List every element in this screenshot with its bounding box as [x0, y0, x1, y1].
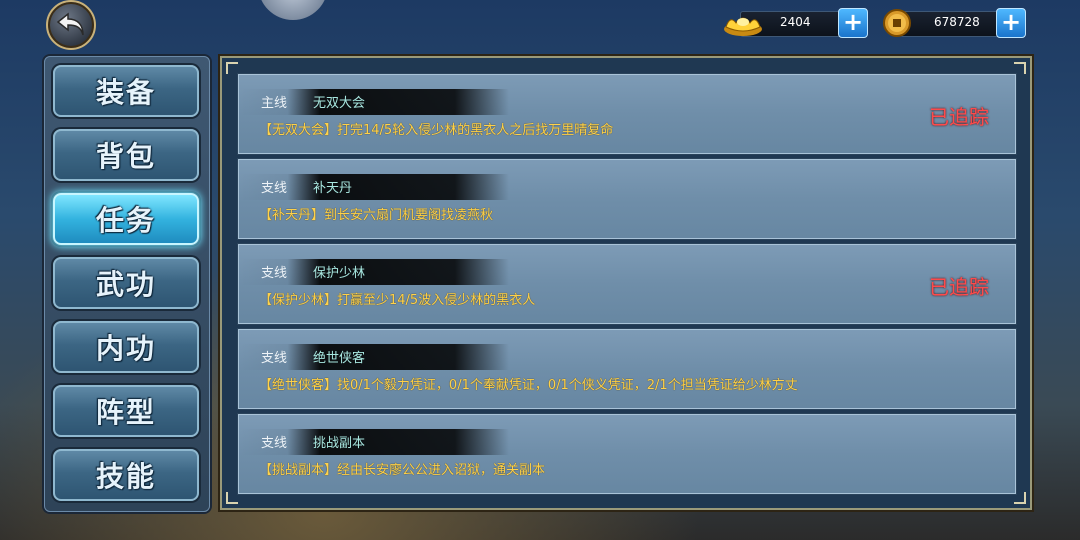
quest-tracked-status: 已追踪 — [929, 105, 989, 129]
tab-quests[interactable]: 任务 — [53, 193, 199, 245]
quest-description: 【保护少林】打赢至少14/5波入侵少林的黑衣人 — [259, 293, 536, 308]
quest-type: 支线 — [261, 436, 288, 451]
quest-panel: 主线 无双大会 【无双大会】打完14/5轮入侵少林的黑衣人之后找万里晴复命 已追… — [220, 56, 1032, 510]
quest-item[interactable]: 主线 无双大会 【无双大会】打完14/5轮入侵少林的黑衣人之后找万里晴复命 已追… — [238, 74, 1016, 154]
quest-item[interactable]: 支线 挑战副本 【挑战副本】经由长安廖公公进入诏狱，通关副本 — [238, 414, 1016, 494]
quest-item[interactable]: 支线 补天丹 【补天丹】到长安六扇门机要阁找凌燕秋 — [238, 159, 1016, 239]
gold-ingot-icon — [724, 17, 762, 36]
plus-icon: + — [842, 8, 864, 36]
quest-description: 【无双大会】打完14/5轮入侵少林的黑衣人之后找万里晴复命 — [259, 123, 614, 138]
quest-item[interactable]: 支线 绝世侠客 【绝世侠客】找0/1个毅力凭证，0/1个奉献凭证，0/1个侠义凭… — [238, 329, 1016, 409]
quest-type: 主线 — [261, 96, 288, 111]
quest-name: 绝世侠客 — [313, 351, 366, 366]
copper-coin-icon — [883, 9, 911, 37]
copper-coin-counter: 678728 + — [882, 8, 1026, 38]
quest-name: 挑战副本 — [313, 436, 366, 451]
tab-label: 背包 — [95, 140, 156, 173]
panel-corner — [226, 492, 238, 504]
quest-description: 【补天丹】到长安六扇门机要阁找凌燕秋 — [259, 208, 494, 223]
quest-name: 无双大会 — [313, 96, 366, 111]
tab-martial-arts[interactable]: 武功 — [53, 257, 199, 309]
quest-name: 补天丹 — [313, 181, 353, 196]
plus-icon: + — [1000, 8, 1022, 36]
add-coin-button[interactable]: + — [996, 8, 1026, 38]
tab-equipment[interactable]: 装备 — [53, 65, 199, 117]
decorative-orb — [258, 0, 328, 20]
quest-name: 保护少林 — [313, 266, 366, 281]
quest-type: 支线 — [261, 351, 288, 366]
tab-formation[interactable]: 阵型 — [53, 385, 199, 437]
tab-skills[interactable]: 技能 — [53, 449, 199, 501]
tab-label: 任务 — [95, 204, 156, 237]
quest-type: 支线 — [261, 266, 288, 281]
tab-label: 技能 — [95, 460, 156, 493]
menu-sidebar: 装备 背包 任务 武功 内功 阵型 技能 — [44, 56, 210, 512]
tab-label: 武功 — [95, 268, 156, 301]
add-gold-button[interactable]: + — [838, 8, 868, 38]
quest-tracked-status: 已追踪 — [929, 275, 989, 299]
gold-ingot-counter: 2404 + — [722, 8, 868, 38]
quest-description: 【挑战副本】经由长安廖公公进入诏狱，通关副本 — [259, 463, 546, 478]
copper-coin-value: 678728 — [934, 15, 980, 29]
quest-description: 【绝世侠客】找0/1个毅力凭证，0/1个奉献凭证，0/1个侠义凭证，2/1个担当… — [259, 378, 798, 393]
back-arrow-icon — [56, 12, 84, 36]
tab-label: 装备 — [95, 76, 156, 109]
quest-type: 支线 — [261, 181, 288, 196]
tab-label: 阵型 — [95, 396, 156, 429]
quest-item[interactable]: 支线 保护少林 【保护少林】打赢至少14/5波入侵少林的黑衣人 已追踪 — [238, 244, 1016, 324]
tab-bag[interactable]: 背包 — [53, 129, 199, 181]
tab-inner-power[interactable]: 内功 — [53, 321, 199, 373]
panel-corner — [226, 62, 238, 74]
tab-label: 内功 — [95, 332, 156, 365]
panel-corner — [1014, 62, 1026, 74]
back-button[interactable] — [46, 0, 96, 50]
gold-ingot-value: 2404 — [780, 15, 811, 29]
